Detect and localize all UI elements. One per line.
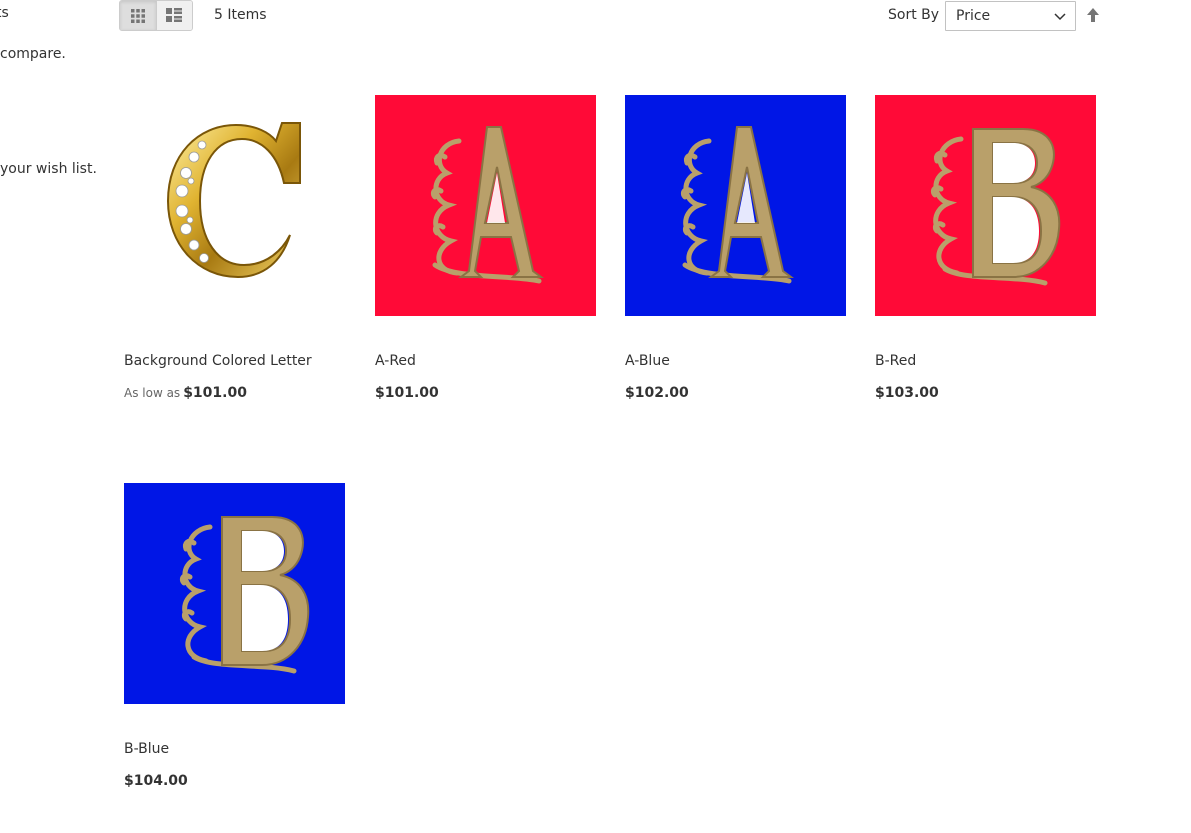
product-price: $102.00 xyxy=(625,385,689,401)
category-page: ts compare. your wish list. 5 Items Sort… xyxy=(0,0,1191,833)
product-name-link[interactable]: B-Red xyxy=(875,353,916,369)
product-price: $104.00 xyxy=(124,773,188,789)
grid-mode-button[interactable] xyxy=(120,1,156,30)
sidebar-wishlist-empty-text: your wish list. xyxy=(0,161,97,177)
price-box: $103.00 xyxy=(875,382,939,401)
letter-a-blue-image xyxy=(625,95,846,316)
product-price: $101.00 xyxy=(375,385,439,401)
grid-icon xyxy=(130,8,145,23)
letter-a-red-image xyxy=(375,95,596,316)
price-box: $101.00 xyxy=(375,382,439,401)
product-image-link[interactable] xyxy=(625,95,846,316)
view-mode-switcher xyxy=(119,0,193,31)
product-image-link[interactable] xyxy=(124,483,345,704)
product-image-link[interactable] xyxy=(375,95,596,316)
letter-b-red-image xyxy=(875,95,1096,316)
product-name-link[interactable]: A-Blue xyxy=(625,353,670,369)
price-box: As low as $101.00 xyxy=(124,382,247,401)
arrow-up-icon xyxy=(1087,8,1099,22)
toolbar-item-count: 5 Items xyxy=(214,7,267,23)
price-label: As low as xyxy=(124,386,181,400)
sort-by-select[interactable]: Price xyxy=(945,1,1076,31)
product-price: $101.00 xyxy=(183,385,247,401)
letter-c-image xyxy=(124,95,345,316)
price-box: $102.00 xyxy=(625,382,689,401)
product-image-link[interactable] xyxy=(875,95,1096,316)
product-image-link[interactable] xyxy=(124,95,345,316)
sidebar-compare-empty-text: compare. xyxy=(0,46,66,62)
product-price: $103.00 xyxy=(875,385,939,401)
sort-direction-button[interactable] xyxy=(1085,6,1101,24)
list-mode-button[interactable] xyxy=(155,1,192,30)
product-name-link[interactable]: A-Red xyxy=(375,353,416,369)
chevron-down-icon xyxy=(1054,13,1066,21)
price-box: $104.00 xyxy=(124,770,188,789)
list-icon xyxy=(166,8,183,22)
sort-by-selected-value: Price xyxy=(956,8,991,24)
letter-b-blue-image xyxy=(124,483,345,704)
sidebar-compare-heading: ts xyxy=(0,5,9,21)
sort-by-label: Sort By xyxy=(888,7,940,23)
product-name-link[interactable]: Background Colored Letter xyxy=(124,353,312,369)
product-name-link[interactable]: B-Blue xyxy=(124,741,169,757)
